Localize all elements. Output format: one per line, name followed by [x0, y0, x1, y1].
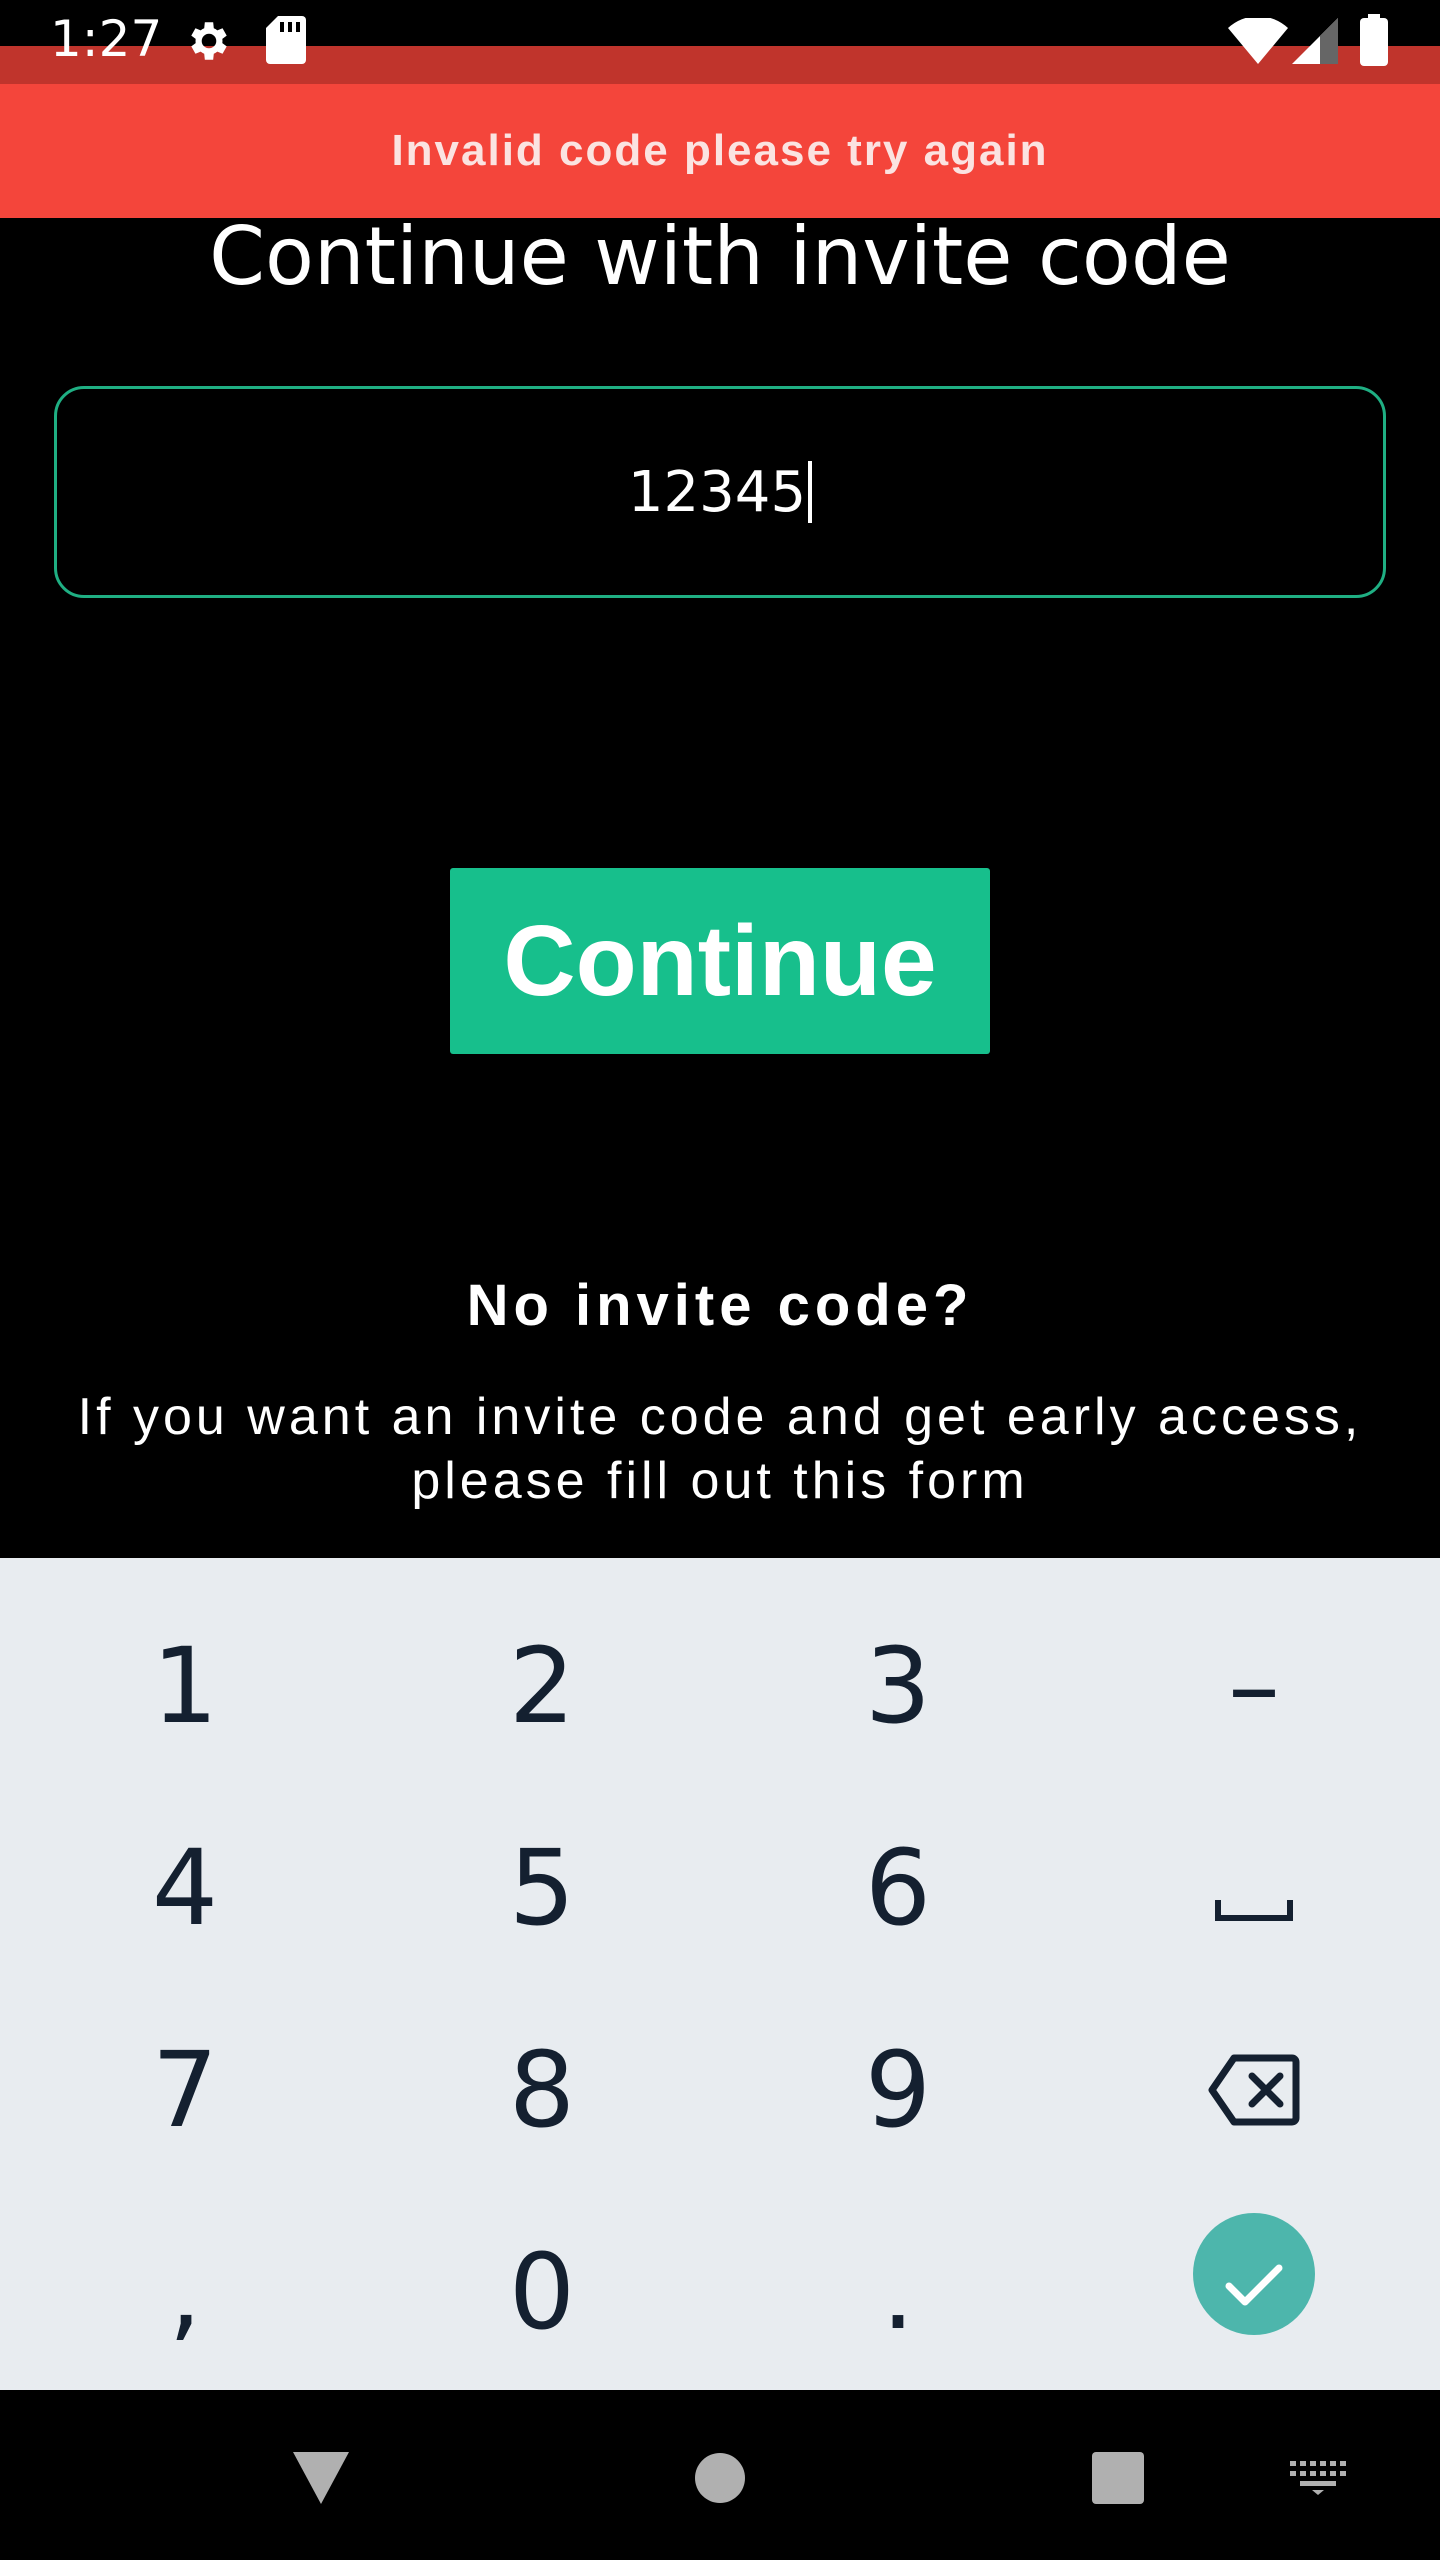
status-bar: 1:27	[0, 0, 1440, 84]
key-7[interactable]: 7	[15, 1990, 355, 2190]
text-cursor	[808, 461, 813, 523]
done-key-circle	[1193, 2213, 1315, 2335]
no-invite-heading: No invite code?	[466, 1273, 974, 1338]
key-6[interactable]: 6	[728, 1788, 1068, 1988]
sd-card-icon	[266, 16, 306, 69]
key-9[interactable]: 9	[728, 1990, 1068, 2190]
invite-code-input[interactable]: 12345	[54, 386, 1386, 598]
done-check-icon	[1223, 2213, 1285, 2335]
keyboard-switch-icon	[1290, 2460, 1346, 2500]
status-time: 1:27	[50, 10, 163, 68]
key-1[interactable]: 1	[15, 1586, 355, 1786]
key-comma[interactable]: ,	[15, 2192, 355, 2392]
key-2[interactable]: 2	[372, 1586, 712, 1786]
battery-icon	[1360, 14, 1388, 71]
numeric-keyboard: 1 2 3 – 4 5 6 7 8 9 , 0 .	[0, 1558, 1440, 2390]
recents-icon	[1091, 2451, 1145, 2510]
wifi-icon	[1228, 16, 1288, 69]
settings-icon	[184, 16, 234, 71]
key-4[interactable]: 4	[15, 1788, 355, 1988]
key-space[interactable]	[1084, 1788, 1424, 1988]
home-icon	[694, 2452, 746, 2509]
key-0[interactable]: 0	[372, 2192, 712, 2392]
keyboard-switch-button[interactable]	[1268, 2430, 1368, 2530]
key-done[interactable]	[1084, 2174, 1424, 2374]
backspace-icon	[1208, 2029, 1300, 2151]
key-5[interactable]: 5	[372, 1788, 712, 1988]
error-message: Invalid code please try again	[391, 126, 1049, 175]
home-button[interactable]	[670, 2430, 770, 2530]
back-button[interactable]	[271, 2430, 371, 2530]
navigation-bar	[0, 2390, 1440, 2560]
continue-button[interactable]: Continue	[450, 868, 990, 1054]
signal-icon	[1292, 18, 1338, 69]
key-3[interactable]: 3	[728, 1586, 1068, 1786]
key-minus[interactable]: –	[1084, 1586, 1424, 1786]
invite-code-value: 12345	[627, 459, 807, 525]
error-banner: Invalid code please try again	[0, 84, 1440, 218]
recents-button[interactable]	[1068, 2430, 1168, 2530]
back-icon	[291, 2450, 351, 2511]
no-invite-text-line1: If you want an invite code and get early…	[77, 1388, 1363, 1446]
key-8[interactable]: 8	[372, 1990, 712, 2190]
space-icon	[1214, 1827, 1294, 1949]
no-invite-text-line2: please fill out this form	[411, 1452, 1029, 1510]
key-period[interactable]: .	[728, 2192, 1068, 2392]
request-invite-form-link[interactable]: If you want an invite code and get early…	[0, 1385, 1440, 1513]
key-backspace[interactable]	[1084, 1990, 1424, 2190]
page-title: Continue with invite code	[209, 210, 1231, 303]
